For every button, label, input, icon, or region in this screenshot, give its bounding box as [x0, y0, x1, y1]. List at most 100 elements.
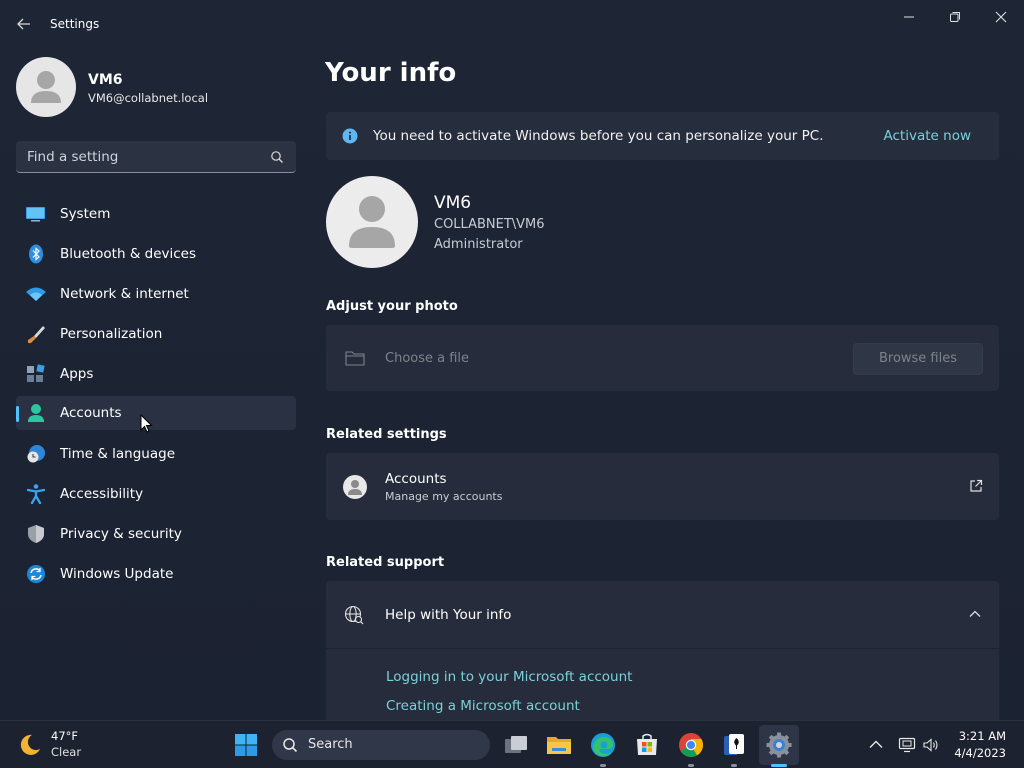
- sidebar-item-system[interactable]: System: [16, 197, 296, 231]
- divider: [326, 648, 999, 649]
- speaker-icon[interactable]: [922, 736, 940, 754]
- mouse-cursor-icon: [140, 414, 153, 433]
- close-button[interactable]: [981, 6, 1021, 28]
- help-link-logging-in[interactable]: Logging in to your Microsoft account: [386, 669, 632, 685]
- minimize-button[interactable]: [889, 6, 929, 28]
- globe-search-icon: [344, 605, 364, 625]
- back-arrow-icon: [17, 18, 30, 30]
- running-indicator: [600, 764, 606, 767]
- running-indicator: [688, 764, 694, 767]
- chevron-up-tray-icon[interactable]: [867, 736, 885, 754]
- sidebar-item-label: Personalization: [60, 326, 163, 342]
- task-view-icon[interactable]: [502, 731, 530, 759]
- page-title: Your info: [325, 58, 457, 88]
- related-settings-heading: Related settings: [326, 427, 447, 442]
- running-indicator-active: [771, 764, 787, 767]
- clock-globe-icon: [27, 445, 45, 463]
- info-icon: [342, 128, 358, 144]
- moon-weather-icon[interactable]: [18, 733, 42, 757]
- banner-message: You need to activate Windows before you …: [373, 128, 824, 144]
- accounts-icon: [28, 404, 44, 422]
- wifi-icon: [26, 287, 46, 301]
- weather-temperature[interactable]: 47°F: [51, 729, 78, 743]
- sidebar-item-privacy[interactable]: Privacy & security: [16, 517, 296, 551]
- title-bar: Settings: [0, 0, 1024, 48]
- sidebar-item-label: System: [60, 206, 111, 222]
- sidebar-item-time-language[interactable]: Time & language: [16, 437, 296, 471]
- sidebar-item-label: Bluetooth & devices: [60, 246, 197, 262]
- profile-avatar[interactable]: [16, 57, 76, 117]
- sidebar-item-accessibility[interactable]: Accessibility: [16, 477, 296, 511]
- chevron-up-icon: [969, 610, 981, 617]
- taskbar: 47°F Clear Search 3:21 AM 4/4/2023: [0, 720, 1024, 768]
- accounts-link-card[interactable]: Accounts Manage my accounts: [326, 453, 999, 520]
- network-status-icon[interactable]: [898, 736, 916, 754]
- chrome-browser-icon[interactable]: [677, 731, 705, 759]
- microsoft-store-icon[interactable]: [633, 731, 661, 759]
- restore-button[interactable]: [935, 6, 975, 28]
- help-link-creating-account[interactable]: Creating a Microsoft account: [386, 698, 580, 714]
- user-silhouette-icon: [31, 71, 61, 103]
- user-avatar-large: [326, 176, 418, 268]
- user-role: Administrator: [434, 237, 523, 252]
- sidebar-item-network[interactable]: Network & internet: [16, 277, 296, 311]
- restore-icon: [950, 12, 960, 22]
- search-icon: [283, 738, 298, 753]
- browse-files-button[interactable]: Browse files: [853, 343, 983, 375]
- file-explorer-icon[interactable]: [545, 731, 573, 759]
- search-icon: [271, 151, 283, 163]
- folder-icon: [345, 351, 365, 366]
- user-name: VM6: [434, 193, 472, 213]
- selection-indicator: [16, 406, 19, 422]
- choose-file-card: Choose a file Browse files: [326, 325, 999, 391]
- solitaire-icon[interactable]: [720, 731, 748, 759]
- taskbar-search-box[interactable]: Search: [272, 730, 490, 760]
- search-placeholder: Find a setting: [27, 149, 119, 165]
- activation-banner: You need to activate Windows before you …: [326, 112, 999, 160]
- user-silhouette-icon: [349, 196, 395, 248]
- clock-date[interactable]: 4/4/2023: [950, 746, 1006, 760]
- sidebar-item-label: Apps: [60, 366, 94, 382]
- sidebar-item-label: Accounts: [60, 405, 122, 421]
- sidebar-item-label: Accessibility: [60, 486, 144, 502]
- close-icon: [995, 11, 1007, 23]
- adjust-photo-heading: Adjust your photo: [326, 299, 458, 314]
- search-input[interactable]: Find a setting: [16, 141, 296, 173]
- settings-gear-icon[interactable]: [765, 731, 793, 759]
- accessibility-icon: [26, 484, 46, 504]
- sidebar-item-bluetooth[interactable]: Bluetooth & devices: [16, 237, 296, 271]
- help-expander: Help with Your info Logging in to your M…: [326, 581, 999, 720]
- weather-condition[interactable]: Clear: [51, 745, 81, 759]
- accounts-card-title: Accounts: [385, 471, 447, 487]
- sidebar-item-personalization[interactable]: Personalization: [16, 317, 296, 351]
- account-avatar-icon: [343, 475, 367, 499]
- bluetooth-icon: [29, 244, 43, 264]
- sidebar-item-label: Windows Update: [60, 566, 174, 582]
- settings-window: Settings VM6 VM6@collabnet.local Find a …: [0, 0, 1024, 720]
- minimize-icon: [904, 16, 914, 18]
- start-button-icon[interactable]: [232, 731, 260, 759]
- sidebar-item-label: Network & internet: [60, 286, 189, 302]
- brush-icon: [27, 326, 45, 344]
- system-icon: [26, 207, 45, 222]
- edge-browser-icon[interactable]: [589, 731, 617, 759]
- related-support-heading: Related support: [326, 555, 445, 570]
- sidebar-item-accounts[interactable]: Accounts: [16, 396, 296, 430]
- profile-email: VM6@collabnet.local: [88, 91, 209, 105]
- choose-file-placeholder: Choose a file: [385, 351, 470, 366]
- clock-time[interactable]: 3:21 AM: [956, 729, 1006, 743]
- taskbar-search-label: Search: [308, 737, 353, 752]
- sidebar-item-windows-update[interactable]: Windows Update: [16, 557, 296, 591]
- profile-name: VM6: [88, 72, 123, 88]
- running-indicator: [731, 764, 737, 767]
- help-expander-title: Help with Your info: [385, 607, 512, 623]
- update-icon: [27, 565, 45, 583]
- app-title: Settings: [50, 17, 100, 31]
- apps-icon: [27, 364, 45, 382]
- back-button[interactable]: [14, 14, 34, 34]
- external-link-icon: [970, 479, 983, 492]
- activate-now-link[interactable]: Activate now: [884, 128, 971, 144]
- sidebar-item-apps[interactable]: Apps: [16, 357, 296, 391]
- help-expander-header[interactable]: Help with Your info: [326, 581, 999, 647]
- sidebar-item-label: Privacy & security: [60, 526, 182, 542]
